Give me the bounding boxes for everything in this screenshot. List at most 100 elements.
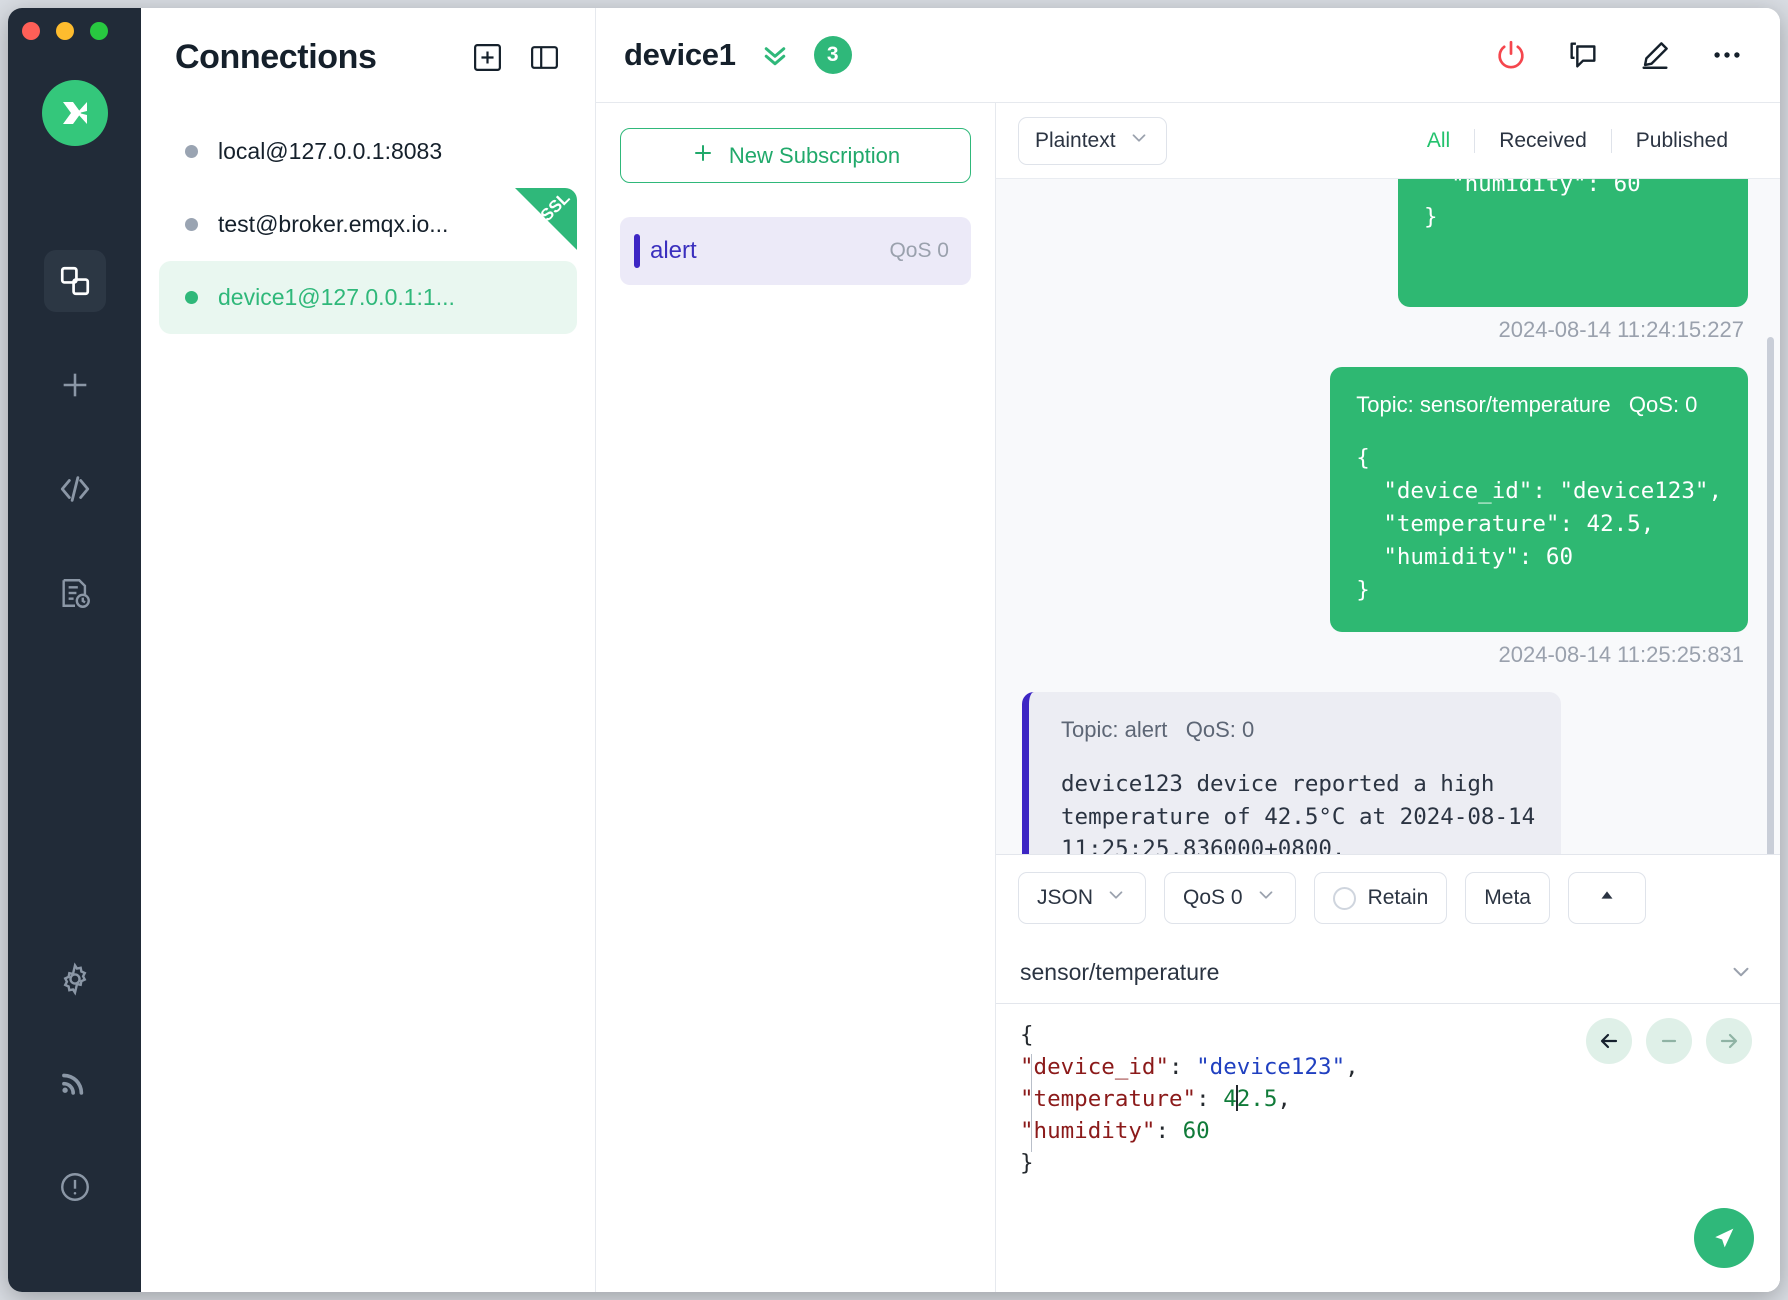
- message-row-published-clipped: "temperature": 32.5, "humidity": 60 } 20…: [1022, 179, 1748, 361]
- status-dot-online: [185, 291, 198, 304]
- main-body: New Subscription alert QoS 0 Plaintext: [596, 103, 1780, 1292]
- message-row-published: Topic: sensor/temperature QoS: 0 { "devi…: [1022, 367, 1748, 686]
- connection-list: local@127.0.0.1:8083 test@broker.emqx.io…: [141, 115, 595, 334]
- tab-received[interactable]: Received: [1475, 129, 1611, 153]
- connection-name: local@127.0.0.1:8083: [218, 138, 442, 165]
- arrow-right-icon[interactable]: [1706, 1018, 1752, 1064]
- rail-item-connections[interactable]: [44, 250, 106, 312]
- rail-item-broker[interactable]: [44, 1052, 106, 1114]
- message-body: device123 device reported a high tempera…: [1061, 768, 1535, 855]
- ssl-badge-triangle: [514, 188, 577, 251]
- rail-item-settings[interactable]: [44, 948, 106, 1010]
- retain-label: Retain: [1368, 886, 1429, 910]
- retain-checkbox-icon: [1333, 887, 1356, 910]
- arrow-left-icon[interactable]: [1586, 1018, 1632, 1064]
- message-filter-tabs: All Received Published: [1403, 129, 1752, 153]
- code-key-device-id: "device_id": [1020, 1054, 1169, 1080]
- activity-rail: [8, 8, 141, 1292]
- connection-header: device1 3: [596, 8, 1780, 103]
- code-value-humidity: 60: [1183, 1118, 1210, 1144]
- message-scrollbar[interactable]: [1767, 337, 1774, 854]
- message-meta: Topic: sensor/temperature QoS: 0: [1356, 389, 1722, 420]
- plus-icon: [691, 141, 715, 171]
- chevron-down-icon[interactable]: [1728, 959, 1754, 985]
- chevron-down-icon: [1255, 884, 1277, 912]
- sidebar-toggle-icon[interactable]: [528, 41, 561, 74]
- page-title: device1: [624, 37, 736, 73]
- connection-item-device1[interactable]: device1@127.0.0.1:1...: [159, 261, 577, 334]
- tab-all[interactable]: All: [1403, 129, 1474, 153]
- connections-header-actions: [471, 41, 561, 74]
- minus-icon[interactable]: [1646, 1018, 1692, 1064]
- ellipsis-icon[interactable]: [1710, 38, 1744, 72]
- collapse-publish-button[interactable]: [1568, 872, 1646, 924]
- payload-format-value: Plaintext: [1035, 129, 1116, 153]
- messages-toolbar: Plaintext All Received Published: [996, 103, 1780, 179]
- publish-qos-select[interactable]: QoS 0: [1164, 872, 1296, 924]
- new-subscription-label: New Subscription: [729, 143, 900, 169]
- rail-secondary-items: [8, 948, 141, 1218]
- mqttx-logo-icon: [42, 80, 108, 146]
- app-window: Connections local@1: [8, 8, 1780, 1292]
- rail-item-log[interactable]: [44, 562, 106, 624]
- message-body: "temperature": 32.5, "humidity": 60 }: [1424, 179, 1722, 234]
- tab-published[interactable]: Published: [1612, 129, 1752, 153]
- status-dot-offline: [185, 145, 198, 158]
- meta-label: Meta: [1484, 886, 1531, 910]
- payload-format-select[interactable]: Plaintext: [1018, 117, 1167, 165]
- retain-toggle[interactable]: Retain: [1314, 872, 1448, 924]
- power-icon[interactable]: [1494, 38, 1528, 72]
- subscription-item-alert[interactable]: alert QoS 0: [620, 217, 971, 285]
- code-value-temperature-post: 2.5: [1237, 1086, 1278, 1112]
- message-meta: Topic: alert QoS: 0: [1061, 714, 1535, 745]
- meta-button[interactable]: Meta: [1465, 872, 1550, 924]
- code-value-device-id: "device123": [1196, 1054, 1345, 1080]
- subscription-list: alert QoS 0: [620, 217, 971, 285]
- message-count-badge: 3: [814, 36, 852, 74]
- pencil-icon[interactable]: [1638, 38, 1672, 72]
- publish-payload-editor[interactable]: { "device_id": "device123", "temperature…: [996, 1003, 1780, 1200]
- code-value-temperature-pre: 4: [1223, 1086, 1237, 1112]
- chat-bubble-icon[interactable]: [1566, 38, 1600, 72]
- rail-item-about[interactable]: [44, 1156, 106, 1218]
- subscription-topic: alert: [650, 237, 697, 265]
- connection-header-left: device1 3: [624, 36, 852, 74]
- connection-name: device1@127.0.0.1:1...: [218, 284, 455, 311]
- message-body: { "device_id": "device123", "temperature…: [1356, 442, 1722, 606]
- payload-history-nav: [1586, 1018, 1752, 1064]
- connection-item-test[interactable]: test@broker.emqx.io... SSL: [159, 188, 577, 261]
- window-minimize-button[interactable]: [56, 22, 74, 40]
- publish-qos-value: QoS 0: [1183, 886, 1243, 910]
- message-row-received: Topic: alert QoS: 0 device123 device rep…: [1022, 692, 1748, 854]
- connection-name: test@broker.emqx.io...: [218, 211, 448, 238]
- connections-title: Connections: [175, 38, 377, 77]
- window-close-button[interactable]: [22, 22, 40, 40]
- publish-payload-format-select[interactable]: JSON: [1018, 872, 1146, 924]
- code-key-temperature: "temperature": [1020, 1086, 1196, 1112]
- publish-topic-value: sensor/temperature: [1020, 959, 1219, 986]
- connection-item-local[interactable]: local@127.0.0.1:8083: [159, 115, 577, 188]
- chevron-down-icon: [1105, 884, 1127, 912]
- publish-topic-row[interactable]: sensor/temperature: [996, 941, 1780, 1003]
- new-subscription-button[interactable]: New Subscription: [620, 128, 971, 183]
- messages-pane: Plaintext All Received Published: [996, 103, 1780, 1292]
- double-chevron-down-icon[interactable]: [760, 40, 790, 70]
- message-bubble-published[interactable]: Topic: sensor/temperature QoS: 0 { "devi…: [1330, 367, 1748, 632]
- publish-toolbar: JSON QoS 0: [996, 855, 1780, 941]
- status-dot-offline: [185, 218, 198, 231]
- publish-payload-format-value: JSON: [1037, 886, 1093, 910]
- indent-guide: [1031, 1054, 1032, 1152]
- connections-header: Connections: [141, 8, 595, 77]
- message-bubble-received[interactable]: Topic: alert QoS: 0 device123 device rep…: [1022, 692, 1561, 854]
- message-scroll-area[interactable]: "temperature": 32.5, "humidity": 60 } 20…: [996, 179, 1780, 854]
- window-zoom-button[interactable]: [90, 22, 108, 40]
- chevron-down-icon: [1128, 127, 1150, 155]
- publish-panel: JSON QoS 0: [996, 854, 1780, 1292]
- plus-square-icon[interactable]: [471, 41, 504, 74]
- message-timestamp: 2024-08-14 11:24:15:227: [1495, 307, 1748, 361]
- message-bubble-published[interactable]: "temperature": 32.5, "humidity": 60 }: [1398, 179, 1748, 307]
- clipped-bubble-viewport: "temperature": 32.5, "humidity": 60 }: [1398, 179, 1748, 307]
- rail-item-scripts[interactable]: [44, 458, 106, 520]
- subscription-qos: QoS 0: [889, 239, 949, 263]
- rail-item-new-connection[interactable]: [44, 354, 106, 416]
